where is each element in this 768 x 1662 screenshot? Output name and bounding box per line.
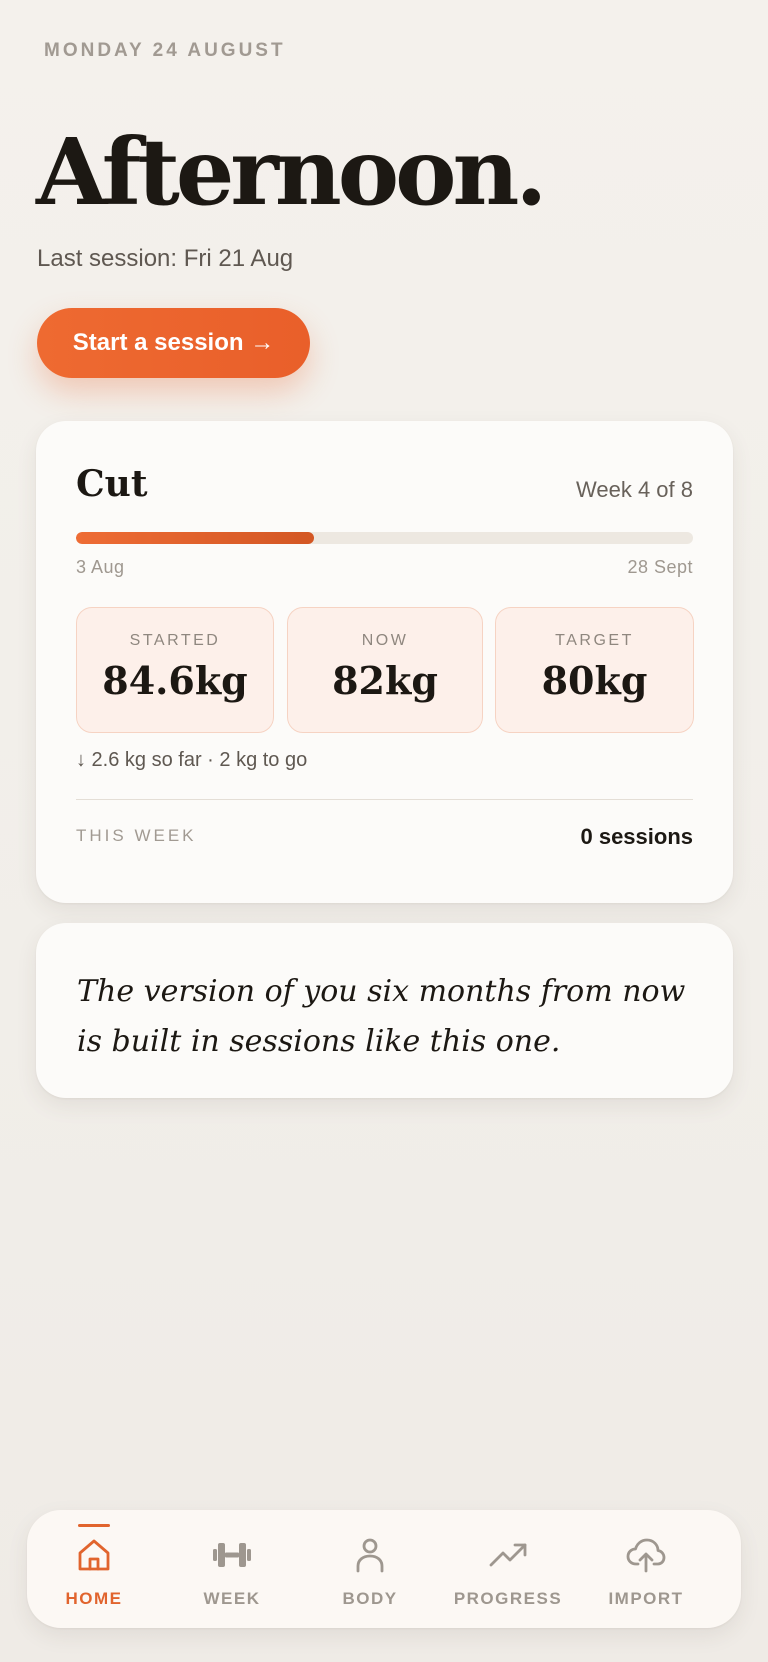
phase-card: Cut Week 4 of 8 3 Aug 28 Sept STARTED 84… bbox=[36, 421, 733, 903]
nav-active-indicator bbox=[78, 1524, 110, 1527]
nav-week[interactable]: WEEK bbox=[165, 1510, 299, 1628]
bottom-nav: HOME WEEK BODY PROGRESS IMPORT bbox=[27, 1510, 741, 1628]
sessions-count: 0 sessions bbox=[580, 824, 693, 849]
last-session-text: Last session: Fri 21 Aug bbox=[37, 245, 294, 272]
this-week-label: THIS WEEK bbox=[76, 826, 197, 845]
phase-start-date: 3 Aug bbox=[76, 557, 125, 577]
nav-body[interactable]: BODY bbox=[303, 1510, 437, 1628]
nav-import[interactable]: IMPORT bbox=[579, 1510, 713, 1628]
nav-import-label: IMPORT bbox=[608, 1589, 684, 1608]
stat-now-value: 82kg bbox=[332, 658, 438, 703]
stat-started-value: 84.6kg bbox=[102, 658, 248, 703]
phase-progress-bar bbox=[76, 532, 693, 544]
cloud-upload-icon bbox=[626, 1538, 666, 1573]
trend-up-icon bbox=[489, 1543, 527, 1567]
date-label: MONDAY 24 AUGUST bbox=[44, 40, 286, 61]
card-divider bbox=[76, 799, 693, 800]
stat-target: TARGET 80kg bbox=[495, 607, 694, 733]
phase-end-date: 28 Sept bbox=[627, 557, 693, 577]
motivational-quote: The version of you six months from now i… bbox=[77, 974, 686, 1059]
nav-progress[interactable]: PROGRESS bbox=[441, 1510, 575, 1628]
stat-started-label: STARTED bbox=[129, 632, 221, 649]
dumbbell-icon bbox=[213, 1543, 251, 1567]
home-icon bbox=[78, 1539, 110, 1571]
stat-target-value: 80kg bbox=[541, 658, 648, 703]
phase-title: Cut bbox=[76, 463, 148, 505]
nav-week-label: WEEK bbox=[203, 1589, 261, 1608]
nav-body-label: BODY bbox=[342, 1589, 398, 1608]
greeting-title: Afternoon. bbox=[36, 118, 547, 226]
quote-card: The version of you six months from now i… bbox=[36, 923, 733, 1098]
stat-target-label: TARGET bbox=[555, 632, 634, 649]
nav-home-label: HOME bbox=[65, 1589, 123, 1608]
stat-now: NOW 82kg bbox=[287, 607, 483, 733]
weight-delta-text: ↓ 2.6 kg so far · 2 kg to go bbox=[76, 749, 308, 771]
stat-started: STARTED 84.6kg bbox=[76, 607, 274, 733]
stat-now-label: NOW bbox=[361, 632, 409, 649]
start-session-button[interactable]: Start a session → bbox=[37, 308, 310, 378]
nav-progress-label: PROGRESS bbox=[453, 1589, 563, 1608]
phase-progress-fill bbox=[76, 532, 314, 544]
phase-week-label: Week 4 of 8 bbox=[576, 477, 693, 502]
person-icon bbox=[356, 1538, 384, 1573]
nav-home[interactable]: HOME bbox=[27, 1510, 161, 1628]
